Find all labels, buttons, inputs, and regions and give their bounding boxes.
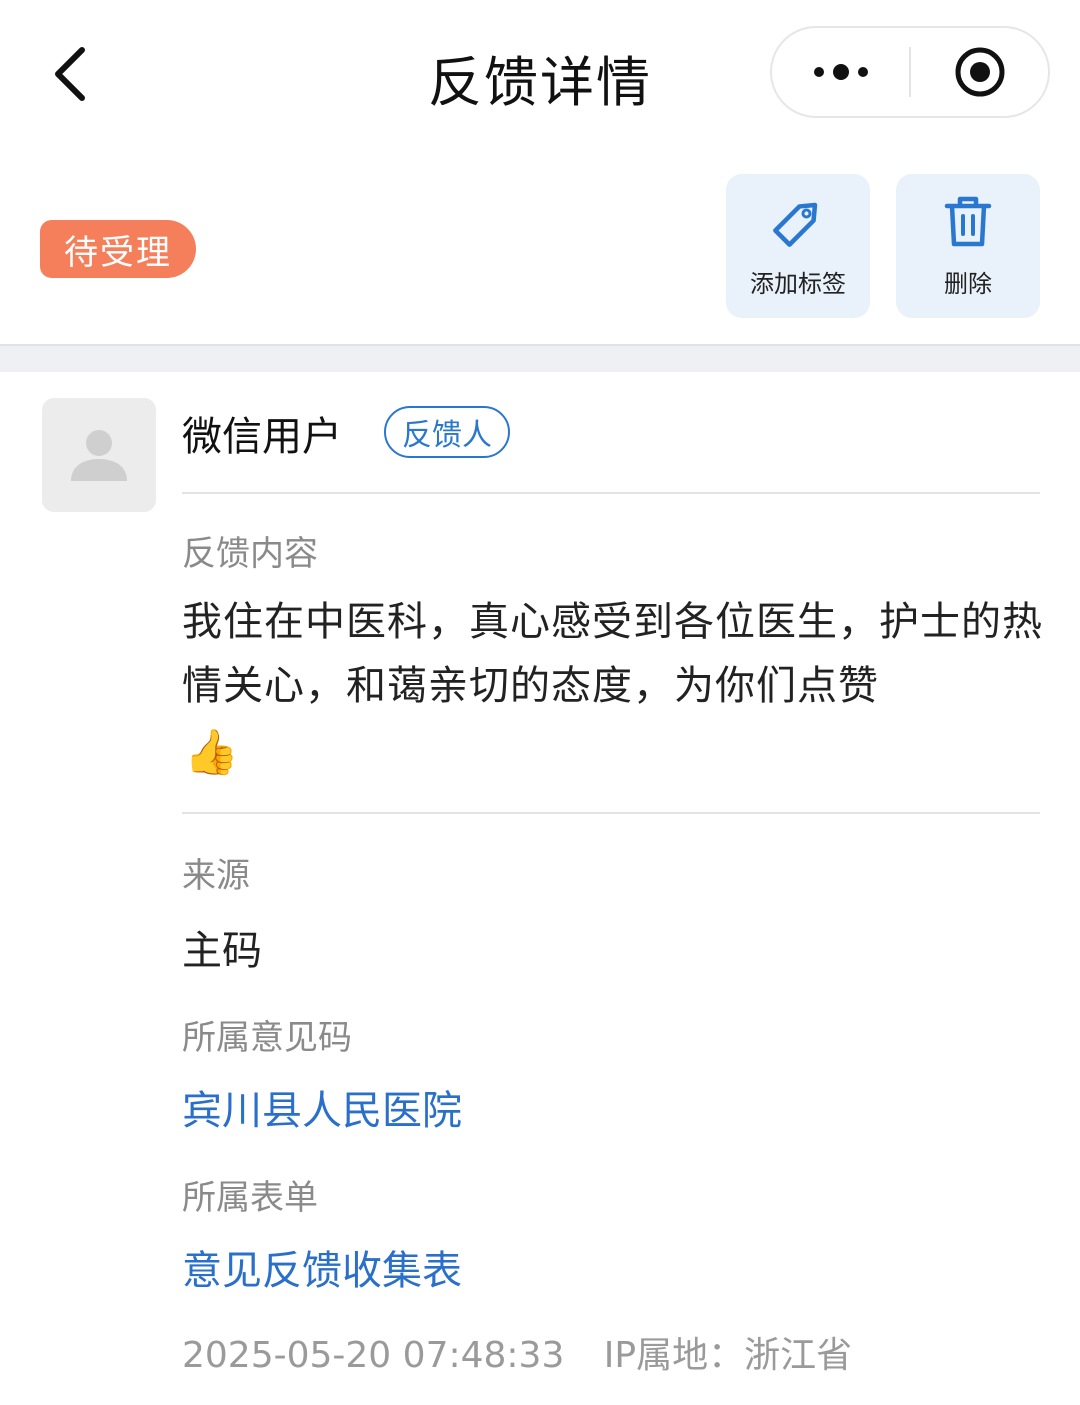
section-divider: [0, 344, 1080, 372]
add-tag-label: 添加标签: [750, 269, 846, 298]
status-badge: 待受理: [40, 220, 196, 278]
divider: [182, 492, 1040, 494]
more-dots-icon: [813, 64, 868, 80]
delete-label: 删除: [944, 269, 992, 298]
thumbs-up-emoji: 👍: [184, 728, 239, 778]
target-circle-icon: [955, 47, 1004, 97]
code-link[interactable]: 宾川县人民医院: [182, 1078, 462, 1136]
status-action-row: 待受理 添加标签 删除: [0, 170, 1080, 330]
avatar: [42, 398, 156, 512]
source-value: 主码: [182, 928, 262, 974]
user-placeholder-icon: [71, 430, 127, 481]
form-label: 所属表单: [182, 1178, 318, 1218]
add-tag-button[interactable]: 添加标签: [726, 174, 870, 318]
trash-icon: [944, 196, 992, 246]
mini-program-capsule: [770, 26, 1050, 118]
divider: [182, 812, 1040, 814]
close-button[interactable]: [911, 28, 1048, 116]
nav-header: 反馈详情: [0, 0, 1080, 150]
tag-icon: [773, 202, 818, 247]
user-name: 微信用户: [182, 414, 342, 460]
feedback-content: 我住在中医科，真心感受到各位医生，护士的热情关心，和蔼亲切的态度，为你们点赞: [182, 599, 1043, 709]
feedback-detail-page: 反馈详情 待受理 添加标签 删除 微信用户 反馈人 反馈内容 我住在中医科，真心…: [0, 0, 1080, 1405]
meta-info: 2025-05-20 07:48:33 IP属地：浙江省: [182, 1326, 880, 1378]
more-button[interactable]: [772, 28, 909, 116]
role-tag: 反馈人: [384, 406, 510, 458]
code-label: 所属意见码: [182, 1018, 352, 1058]
delete-button[interactable]: 删除: [896, 174, 1040, 318]
thumbs-up-icon: 👍: [184, 727, 239, 778]
timestamp: 2025-05-20 07:48:33: [182, 1335, 565, 1376]
form-link[interactable]: 意见反馈收集表: [182, 1238, 462, 1296]
content-label: 反馈内容: [182, 534, 318, 574]
ip-location: IP属地：浙江省: [603, 1335, 853, 1376]
source-label: 来源: [182, 856, 250, 896]
